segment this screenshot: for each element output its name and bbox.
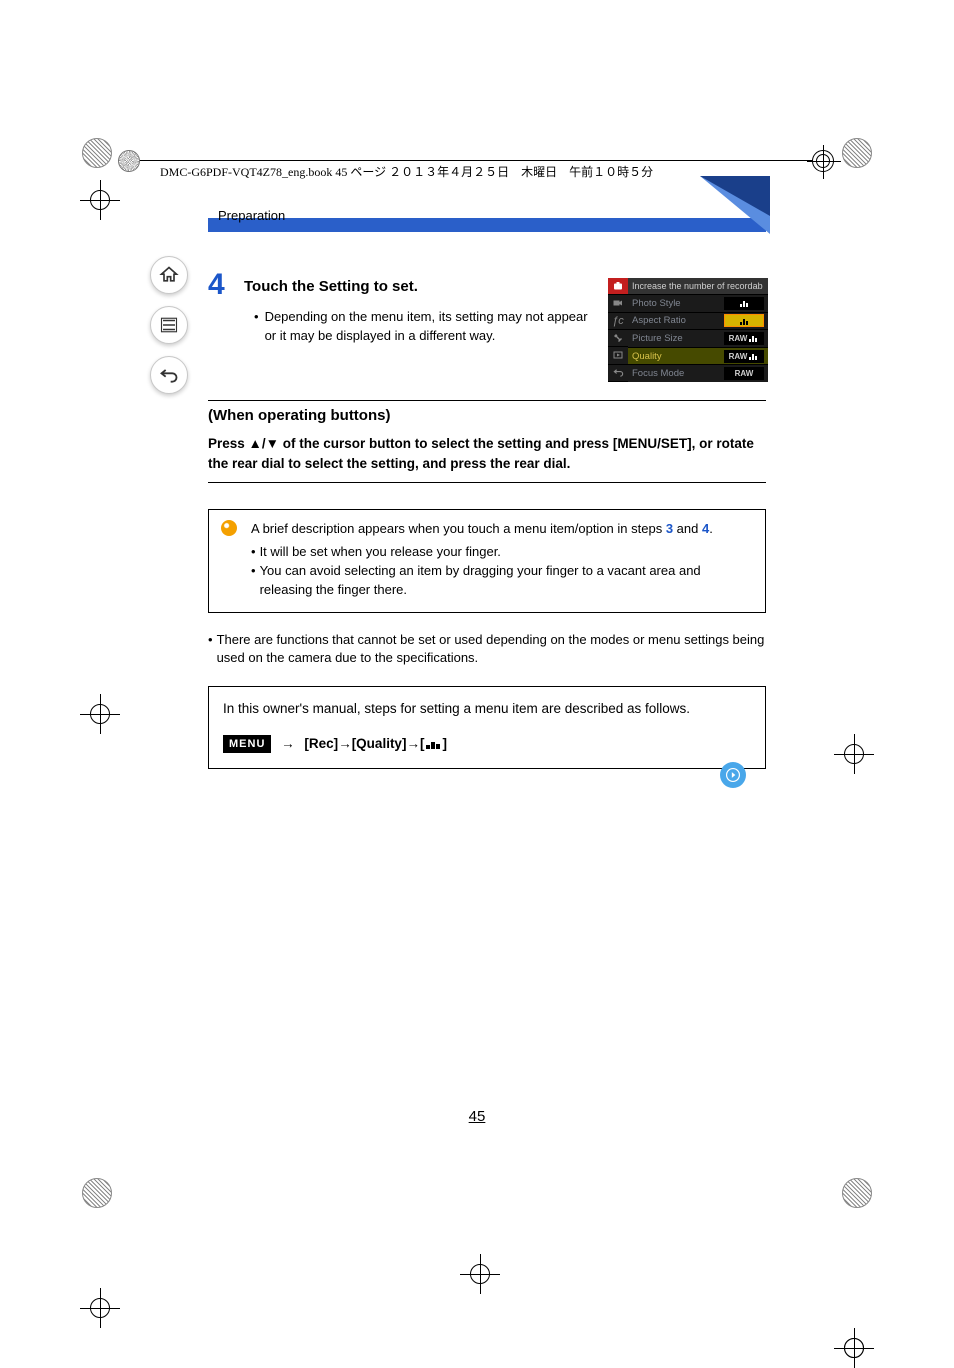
tip-box: A brief description appears when you tou… — [208, 509, 766, 612]
page-number: 45 — [0, 1108, 954, 1125]
crop-mark — [834, 1328, 874, 1368]
continue-arrow-icon[interactable] — [720, 762, 746, 788]
side-nav — [150, 256, 188, 394]
subhead-buttons: (When operating buttons) — [208, 407, 766, 424]
step-title: Touch the Setting to set. — [244, 270, 418, 300]
step-bullet-text: Depending on the menu item, its setting … — [265, 308, 600, 346]
crop-mark — [834, 734, 874, 774]
tip-sub-2: You can avoid selecting an item by dragg… — [260, 562, 751, 600]
step-number: 4 — [208, 270, 244, 300]
rule — [208, 482, 766, 483]
chapter-label: Preparation — [218, 208, 285, 223]
crop-mark — [460, 1254, 500, 1294]
crop-mark — [80, 1288, 120, 1328]
header-ornament-left — [118, 150, 140, 172]
chapter-bar — [208, 194, 766, 232]
limitation-note: •There are functions that cannot be set … — [208, 631, 766, 669]
rule — [208, 400, 766, 401]
tip-icon — [221, 520, 237, 536]
quality-icon — [424, 739, 442, 749]
crop-mark — [80, 694, 120, 734]
summary-intro: In this owner's manual, steps for settin… — [223, 699, 751, 719]
press-paragraph: Press ▲/▼ of the cursor button to select… — [208, 434, 766, 475]
tip-sub-1: It will be set when you release your fin… — [260, 543, 501, 562]
print-ornament — [82, 1178, 112, 1208]
home-icon[interactable] — [150, 256, 188, 294]
header-rule — [118, 160, 830, 161]
header-ornament-right — [812, 150, 834, 172]
print-ornament — [842, 138, 872, 168]
header-meta-text: DMC-G6PDF-VQT4Z78_eng.book 45 ページ ２０１３年４… — [160, 163, 653, 180]
menu-chip: MENU — [223, 735, 271, 754]
back-icon[interactable] — [150, 356, 188, 394]
crop-mark — [80, 180, 120, 220]
summary-box: In this owner's manual, steps for settin… — [208, 686, 766, 769]
tip-line-1: A brief description appears when you tou… — [251, 520, 751, 539]
menu-path: MENU → [Rec]→[Quality]→[] — [223, 734, 751, 754]
contents-icon[interactable] — [150, 306, 188, 344]
step-bullets: •Depending on the menu item, its setting… — [254, 308, 600, 346]
page-content: 4 Touch the Setting to set. •Depending o… — [208, 270, 766, 769]
print-ornament — [842, 1178, 872, 1208]
chapter-corner-fold — [700, 176, 770, 234]
step-4: 4 Touch the Setting to set. — [208, 270, 766, 300]
print-ornament — [82, 138, 112, 168]
